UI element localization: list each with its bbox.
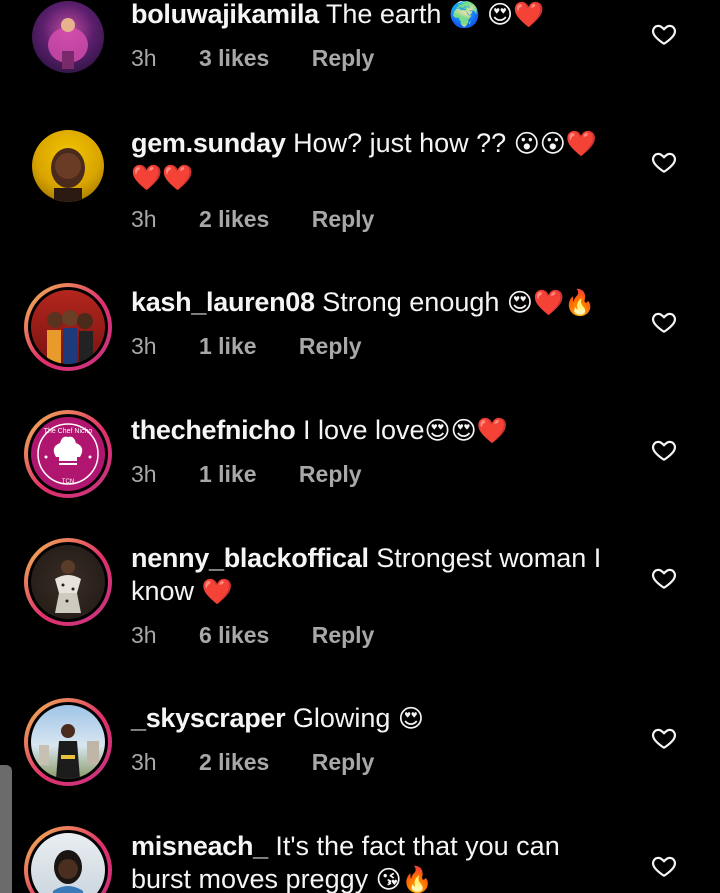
reply-button[interactable]: Reply bbox=[299, 333, 362, 359]
avatar-photo bbox=[39, 724, 99, 779]
comment-emoji: ❤️ bbox=[201, 578, 233, 606]
heart-outline-icon[interactable] bbox=[651, 309, 677, 335]
comment-emoji: 😍❤️🔥 bbox=[506, 289, 596, 317]
comment-text: boluwajikamila The earth 🌍 😍❤️ bbox=[131, 0, 631, 32]
screen-edge-handle[interactable] bbox=[0, 765, 12, 893]
avatar-with-story-ring[interactable] bbox=[24, 283, 112, 371]
heart-outline-icon[interactable] bbox=[651, 725, 677, 751]
comment-meta: 3h 6 likes Reply bbox=[131, 622, 374, 649]
logo-top-text: The Chef Nicho bbox=[44, 428, 93, 435]
comment-time: 3h bbox=[131, 45, 157, 71]
avatar[interactable] bbox=[32, 130, 104, 202]
comment-body: How? just how ?? bbox=[293, 128, 507, 158]
comment-time: 3h bbox=[131, 333, 157, 359]
avatar-with-story-ring[interactable] bbox=[24, 538, 112, 626]
comment-meta: 3h 2 likes Reply bbox=[131, 749, 374, 776]
reply-button[interactable]: Reply bbox=[312, 749, 375, 775]
avatar-photo bbox=[51, 148, 85, 202]
comment-text: kash_lauren08 Strong enough 😍❤️🔥 bbox=[131, 286, 631, 320]
heart-outline-icon[interactable] bbox=[651, 149, 677, 175]
comment-emoji: 😍😍❤️ bbox=[424, 417, 508, 445]
comment-text: thechefnicho I love love😍😍❤️ bbox=[131, 414, 631, 448]
reply-button[interactable]: Reply bbox=[312, 206, 375, 232]
chef-logo: The Chef Nicho TCN bbox=[37, 423, 99, 485]
comment-text: gem.sunday How? just how ?? 😮😮❤️ ❤️❤️ bbox=[131, 127, 631, 195]
comment-username[interactable]: gem.sunday bbox=[131, 128, 286, 158]
comment-body-line2: know bbox=[131, 576, 195, 606]
heart-outline-icon[interactable] bbox=[651, 565, 677, 591]
comment-text: misneach_ It's the fact that you can bur… bbox=[131, 830, 631, 893]
avatar-with-story-ring[interactable] bbox=[24, 698, 112, 786]
avatar-with-story-ring[interactable] bbox=[24, 826, 112, 893]
comment-body: Glowing bbox=[292, 703, 391, 733]
comment-emoji: 😮😮❤️ bbox=[513, 130, 597, 158]
avatar[interactable] bbox=[32, 1, 104, 73]
comment-emoji: 🌍 😍❤️ bbox=[448, 1, 545, 29]
comment-emoji: 😘🔥 bbox=[375, 866, 433, 893]
comment-username[interactable]: boluwajikamila bbox=[131, 0, 319, 29]
avatar-photo bbox=[48, 18, 88, 69]
comment-username[interactable]: nenny_blackoffical bbox=[131, 543, 369, 573]
comment-body: It's the fact that you can bbox=[275, 831, 560, 861]
likes-count[interactable]: 2 likes bbox=[199, 749, 269, 775]
comment-meta: 3h 3 likes Reply bbox=[131, 45, 374, 72]
comment-body: Strong enough bbox=[322, 287, 500, 317]
comment-body: Strongest woman I bbox=[376, 543, 602, 573]
comment-time: 3h bbox=[131, 622, 157, 648]
comment-time: 3h bbox=[131, 206, 157, 232]
likes-count[interactable]: 1 like bbox=[199, 333, 257, 359]
comment-time: 3h bbox=[131, 461, 157, 487]
comment-username[interactable]: thechefnicho bbox=[131, 415, 296, 445]
reply-button[interactable]: Reply bbox=[312, 622, 375, 648]
avatar-with-story-ring[interactable]: The Chef Nicho TCN bbox=[24, 410, 112, 498]
reply-button[interactable]: Reply bbox=[312, 45, 375, 71]
comment-text: nenny_blackoffical Strongest woman I kno… bbox=[131, 542, 631, 609]
comments-list: boluwajikamila The earth 🌍 😍❤️ 3h 3 like… bbox=[0, 0, 720, 893]
comment-meta: 3h 2 likes Reply bbox=[131, 206, 374, 233]
comment-body: I love love bbox=[302, 415, 425, 445]
comment-username[interactable]: misneach_ bbox=[131, 831, 268, 861]
avatar-photo bbox=[53, 850, 83, 893]
comment-time: 3h bbox=[131, 749, 157, 775]
likes-count[interactable]: 6 likes bbox=[199, 622, 269, 648]
likes-count[interactable]: 2 likes bbox=[199, 206, 269, 232]
comment-body: The earth bbox=[325, 0, 442, 29]
comment-username[interactable]: kash_lauren08 bbox=[131, 287, 315, 317]
comment-emoji-line2: ❤️❤️ bbox=[131, 164, 194, 192]
comment-username[interactable]: _skyscraper bbox=[131, 703, 286, 733]
avatar-photo bbox=[55, 560, 81, 613]
comment-text: _skyscraper Glowing 😍 bbox=[131, 702, 631, 736]
heart-outline-icon[interactable] bbox=[651, 437, 677, 463]
comment-meta: 3h 1 like Reply bbox=[131, 333, 362, 360]
comment-meta: 3h 1 like Reply bbox=[131, 461, 362, 488]
logo-bottom-text: TCN bbox=[62, 479, 74, 485]
likes-count[interactable]: 1 like bbox=[199, 461, 257, 487]
avatar-photo bbox=[47, 310, 93, 364]
comment-body-line2: burst moves preggy bbox=[131, 864, 369, 893]
likes-count[interactable]: 3 likes bbox=[199, 45, 269, 71]
heart-outline-icon[interactable] bbox=[651, 853, 677, 879]
comment-emoji: 😍 bbox=[397, 705, 424, 733]
reply-button[interactable]: Reply bbox=[299, 461, 362, 487]
heart-outline-icon[interactable] bbox=[651, 21, 677, 47]
